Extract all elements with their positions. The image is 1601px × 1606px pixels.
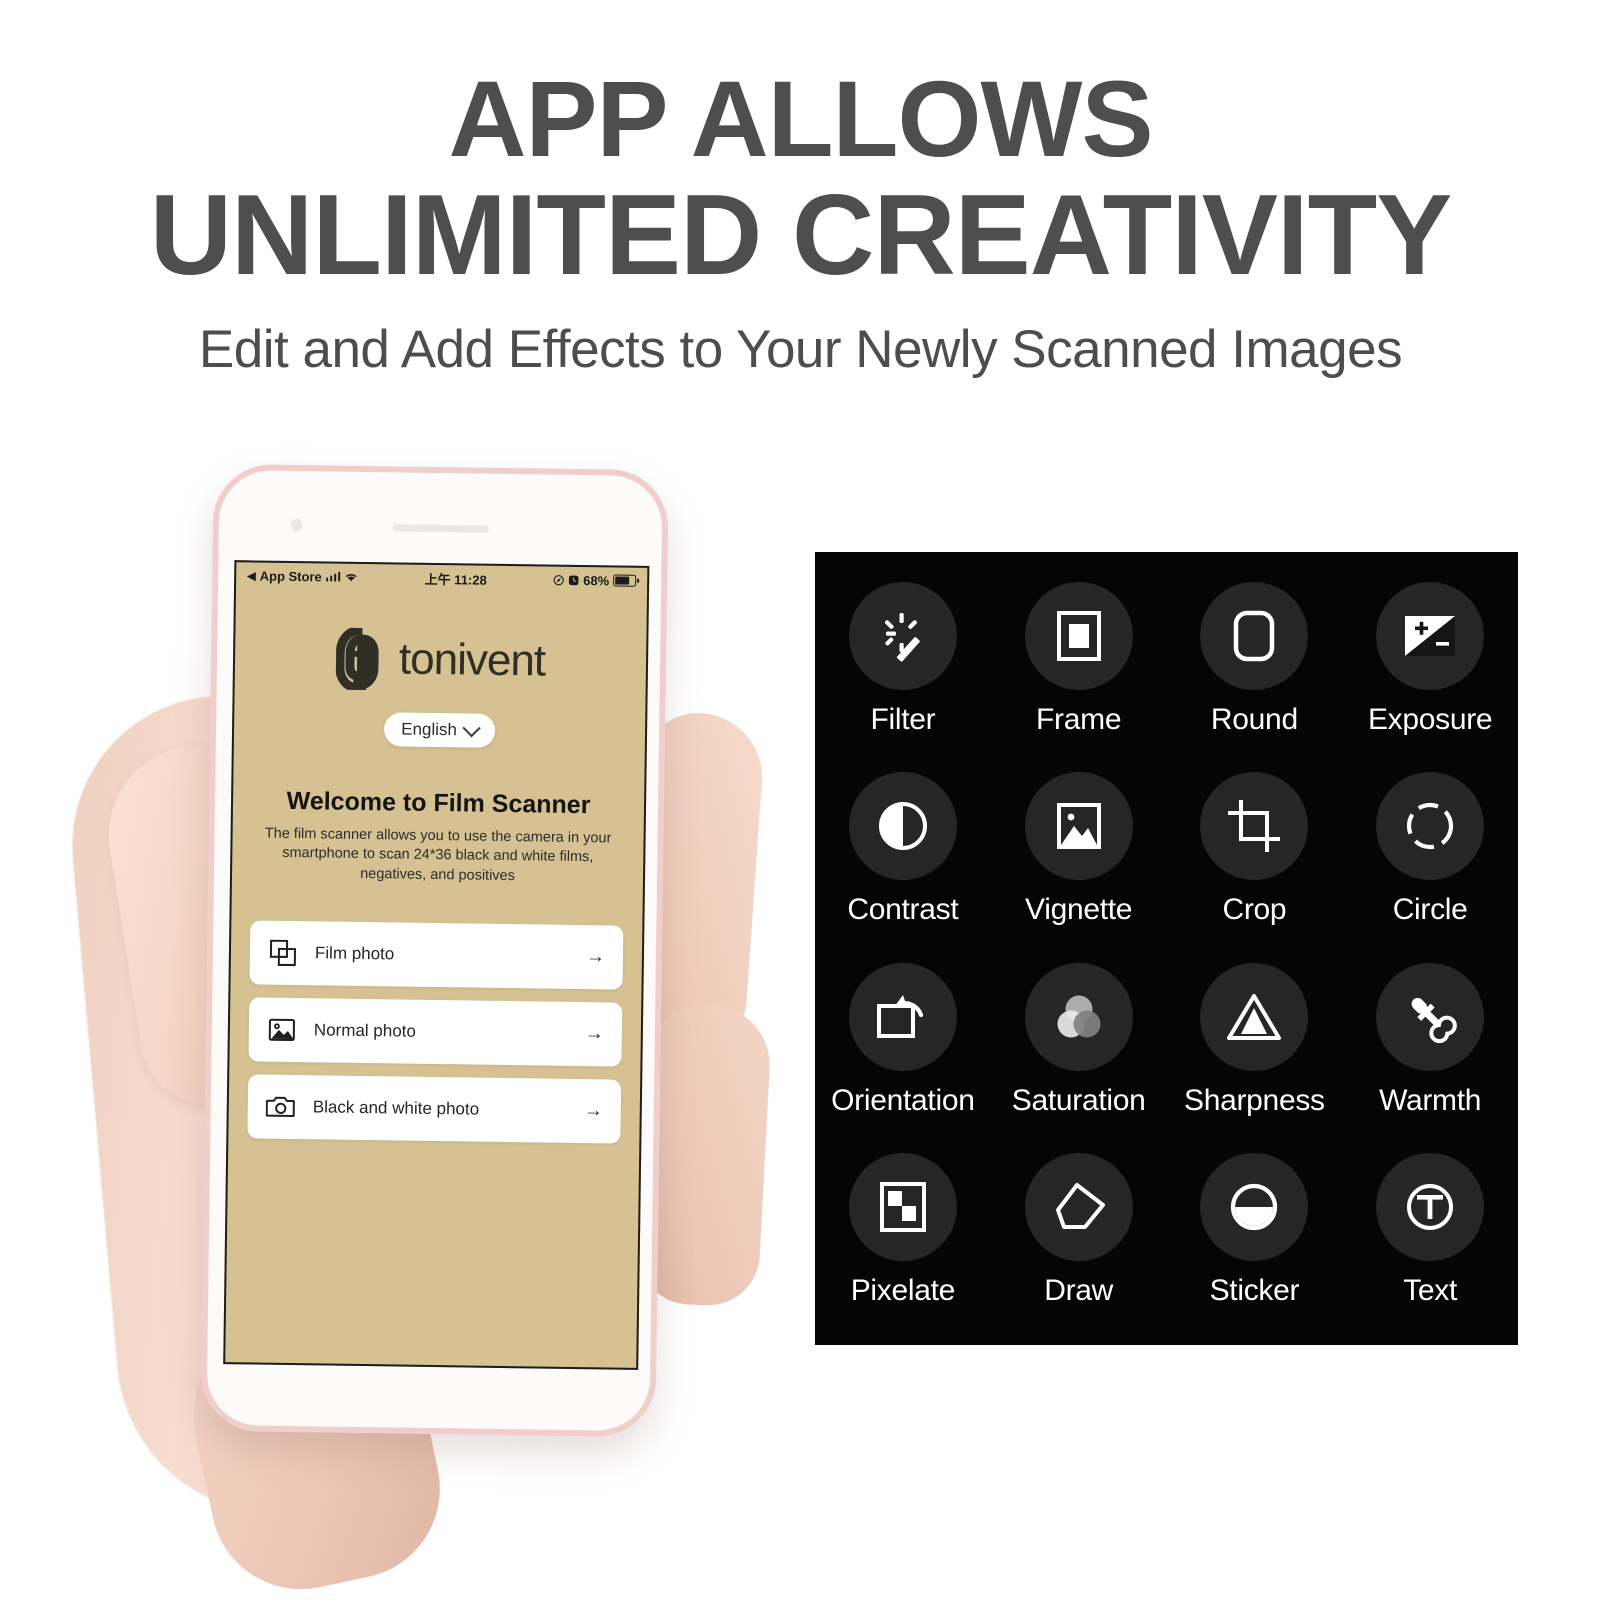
tool-warmth[interactable]: Warmth	[1342, 951, 1518, 1141]
location-arrow-icon	[553, 574, 564, 585]
tool-label: Contrast	[847, 893, 959, 927]
status-bar-clock: 上午 11:28	[424, 571, 487, 588]
status-bar-right: 68%	[553, 572, 637, 588]
crop-marks-icon	[1200, 772, 1309, 881]
status-bar-left: ◀ App Store	[247, 568, 358, 585]
tool-label: Warmth	[1379, 1083, 1482, 1117]
mute-switch[interactable]	[207, 659, 214, 696]
language-selector[interactable]: English	[383, 712, 496, 748]
tool-frame[interactable]: Frame	[991, 570, 1167, 760]
rounded-rect-icon	[1200, 582, 1309, 690]
tool-label: Text	[1403, 1273, 1458, 1307]
camera-icon	[265, 1092, 296, 1122]
eyedropper-icon	[1376, 962, 1485, 1071]
headline-line-2: UNLIMITED CREATIVITY	[149, 172, 1453, 300]
language-selector-value: English	[401, 719, 458, 740]
page-subtitle: Edit and Add Effects to Your Newly Scann…	[198, 320, 1403, 380]
rotate-square-icon	[848, 962, 957, 1071]
arrow-right-icon: →	[585, 946, 606, 968]
battery-icon	[613, 574, 637, 587]
tool-pixelate[interactable]: Pixelate	[815, 1141, 991, 1331]
list-item-label: Black and white photo	[312, 1097, 480, 1119]
brand-wordmark: tonivent	[398, 634, 546, 686]
tool-contrast[interactable]: Contrast	[815, 760, 991, 950]
tool-draw[interactable]: Draw	[991, 1141, 1167, 1331]
tool-label: Crop	[1222, 893, 1287, 927]
wifi-icon	[344, 571, 358, 582]
tool-label: Sharpness	[1184, 1083, 1325, 1117]
battery-percent-label: 68%	[583, 572, 610, 588]
promo-header: APP ALLOWS UNLIMITED CREATIVITY Edit and…	[0, 0, 1601, 380]
arrow-right-icon: →	[583, 1100, 603, 1122]
magic-wand-icon	[848, 582, 957, 690]
back-arrow-icon[interactable]: ◀	[247, 569, 256, 582]
page-title: APP ALLOWS UNLIMITED CREATIVITY	[0, 0, 1601, 297]
list-item-black-and-white-photo[interactable]: Black and white photo →	[247, 1074, 622, 1144]
list-item-label: Film photo	[314, 943, 395, 964]
list-item-film-photo[interactable]: Film photo →	[249, 920, 624, 990]
hand-holding-phone: ◀ App Store 上午 11:28 68% tonivent Englis…	[59, 445, 773, 1606]
headline-line-1: APP ALLOWS	[448, 58, 1153, 179]
picture-mountain-icon	[267, 1015, 297, 1045]
tool-label: Saturation	[1011, 1083, 1146, 1117]
tool-label: Circle	[1392, 893, 1468, 927]
tool-sharpness[interactable]: Sharpness	[1167, 951, 1343, 1141]
tool-label: Filter	[870, 703, 936, 736]
tool-saturation[interactable]: Saturation	[991, 951, 1167, 1141]
tool-label: Draw	[1044, 1273, 1114, 1307]
tool-sticker[interactable]: Sticker	[1167, 1141, 1343, 1331]
text-circle-t-icon	[1376, 1152, 1485, 1261]
photo-editor-toolbar-panel: Filter Frame Round Exposure Contrast Vig…	[815, 552, 1518, 1345]
tool-exposure[interactable]: Exposure	[1342, 570, 1518, 760]
arrow-right-icon: →	[584, 1023, 604, 1045]
contrast-half-circle-icon	[848, 772, 957, 881]
tool-label: Vignette	[1025, 893, 1133, 927]
tool-label: Sticker	[1209, 1273, 1300, 1307]
tool-label: Pixelate	[850, 1273, 956, 1307]
list-item-normal-photo[interactable]: Normal photo →	[248, 997, 623, 1067]
welcome-description: The film scanner allows you to use the c…	[264, 825, 612, 884]
welcome-title: Welcome to Film Scanner	[286, 786, 591, 820]
triangle-icon	[1200, 962, 1309, 1071]
tonivent-logo-mark	[335, 627, 389, 691]
tool-filter[interactable]: Filter	[815, 570, 991, 760]
tool-label: Exposure	[1367, 703, 1493, 736]
checkerboard-icon	[848, 1152, 957, 1261]
alarm-clock-icon	[568, 574, 579, 585]
picture-mountain-icon	[1024, 772, 1133, 881]
frame-square-icon	[1024, 582, 1133, 690]
tool-grid: Filter Frame Round Exposure Contrast Vig…	[815, 552, 1518, 1345]
pencil-tag-icon	[1024, 1152, 1133, 1261]
tool-label: Round	[1210, 703, 1298, 736]
list-item-label: Normal photo	[313, 1020, 417, 1041]
front-camera-icon	[290, 518, 303, 532]
scan-mode-list: Film photo → Normal photo → Black and wh…	[228, 920, 642, 1144]
tool-text[interactable]: Text	[1342, 1141, 1518, 1331]
tool-orientation[interactable]: Orientation	[815, 951, 991, 1141]
overlapping-squares-icon	[268, 938, 298, 968]
phone-screen: ◀ App Store 上午 11:28 68% tonivent Englis…	[223, 560, 650, 1370]
dashed-circle-icon	[1376, 772, 1485, 881]
status-bar: ◀ App Store 上午 11:28 68%	[236, 562, 647, 594]
tool-crop[interactable]: Crop	[1167, 760, 1343, 950]
back-app-label[interactable]: App Store	[260, 568, 322, 584]
chevron-down-icon	[462, 718, 481, 737]
cellular-bars-icon	[325, 571, 341, 582]
language-selector-wrap: English	[234, 710, 645, 750]
tool-round[interactable]: Round	[1167, 570, 1343, 760]
exposure-plus-minus-icon	[1376, 582, 1485, 690]
tool-circle[interactable]: Circle	[1342, 760, 1518, 950]
tool-label: Frame	[1036, 703, 1122, 736]
three-circles-icon	[1024, 962, 1133, 1071]
tool-vignette[interactable]: Vignette	[991, 760, 1167, 950]
brand-logo: tonivent	[235, 626, 647, 694]
smartphone-device: ◀ App Store 上午 11:28 68% tonivent Englis…	[200, 463, 669, 1438]
tool-label: Orientation	[831, 1083, 975, 1117]
earpiece-speaker	[392, 524, 489, 533]
half-filled-circle-icon	[1200, 1152, 1309, 1261]
